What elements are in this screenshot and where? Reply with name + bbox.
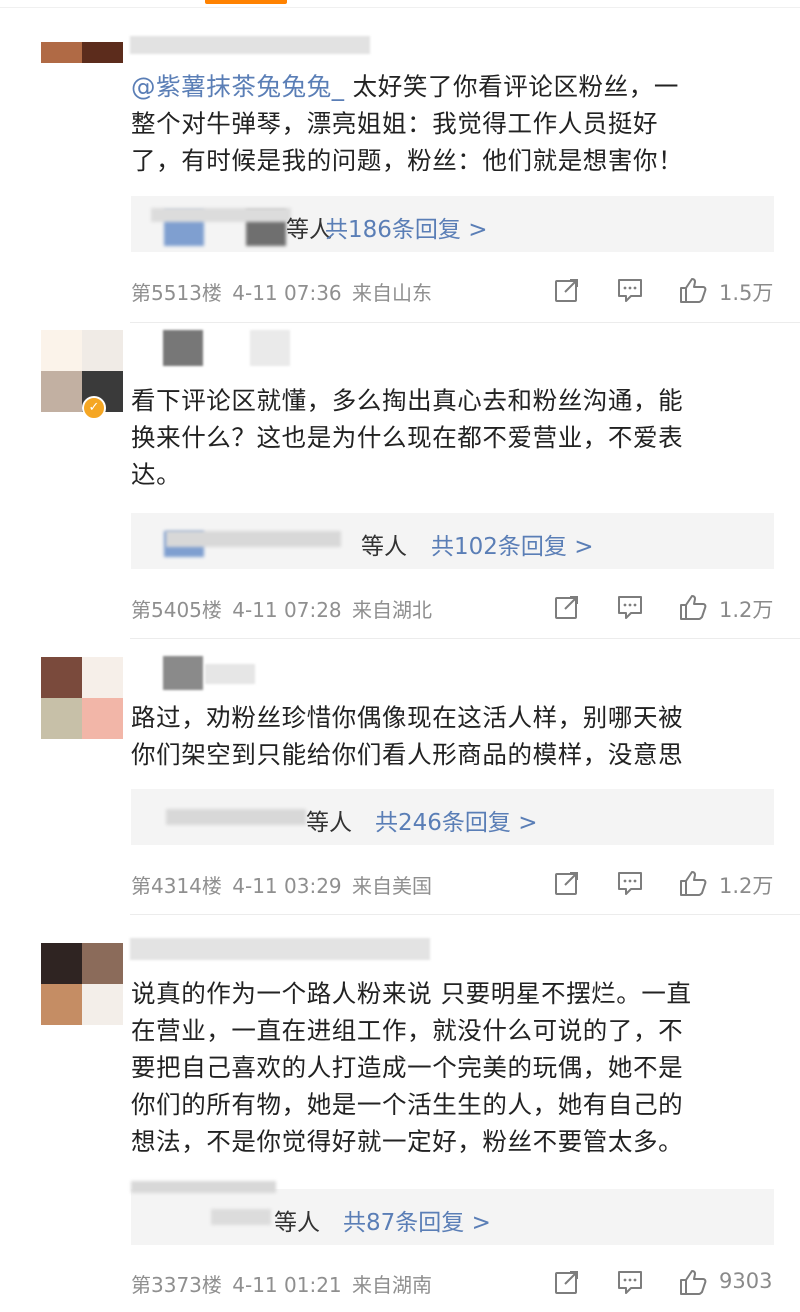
avatar[interactable] — [41, 330, 123, 412]
comment-text[interactable]: 路过，劝粉丝珍惜你偶像现在这活人样，别哪天被 你们架空到只能给你们看人形商品的模… — [131, 699, 756, 773]
reply-preview-box[interactable]: 等人 共87条回复 > — [131, 1181, 774, 1245]
comment-footer: 第4314楼 4-11 03:29 来自美国 1.2万 — [131, 870, 781, 898]
reply-preview-box[interactable]: 等人 共102条回复 > — [131, 513, 774, 569]
comment-meta: 第4314楼 4-11 03:29 来自美国 — [131, 870, 432, 899]
comment-meta: 第5513楼 4-11 07:36 来自山东 — [131, 277, 432, 306]
comment-divider — [130, 638, 800, 639]
post-location: 来自山东 — [352, 281, 433, 305]
comment-footer: 第5513楼 4-11 07:36 来自山东 1.5万 — [131, 277, 781, 305]
nickname-blur-block — [205, 664, 255, 684]
verified-badge-icon: ✓ — [82, 396, 106, 420]
post-time: 4-11 07:28 — [232, 598, 342, 622]
comment-divider — [130, 914, 800, 915]
comment-line: 看下评论区就懂，多么掏出真心去和粉丝沟通，能 — [131, 386, 684, 415]
post-time: 4-11 01:21 — [232, 1273, 342, 1297]
share-icon[interactable] — [553, 1268, 581, 1296]
floor-number: 第3373楼 — [131, 1273, 222, 1297]
comment-line: 你们的所有物，她是一个活生生的人，她有自己的 — [131, 1090, 684, 1119]
comment-icon[interactable] — [616, 593, 644, 621]
tab-divider — [0, 7, 800, 8]
comment-icon[interactable] — [616, 276, 644, 304]
comment-line: 要把自己喜欢的人打造成一个完美的玩偶，她不是 — [131, 1053, 684, 1082]
comment-meta: 第3373楼 4-11 01:21 来自湖南 — [131, 1269, 432, 1298]
comment-line: 达。 — [131, 460, 182, 489]
reply-count-link[interactable]: 共246条回复 > — [375, 803, 537, 837]
comment-line: 说真的作为一个路人粉来说 只要明星不摆烂。一直 — [131, 979, 692, 1008]
comment-line: 在营业，一直在进组工作，就没什么可说的了，不 — [131, 1016, 684, 1045]
post-location: 来自湖南 — [352, 1273, 433, 1297]
thumbs-up-icon[interactable] — [679, 869, 707, 897]
avatar[interactable] — [41, 943, 123, 1025]
reply-count-link[interactable]: 共87条回复 > — [343, 1203, 491, 1237]
comment-text[interactable]: @紫薯抹茶兔兔兔_ 太好笑了你看评论区粉丝，一 整个对牛弹琴，漂亮姐姐：我觉得工作… — [131, 68, 756, 179]
share-icon[interactable] — [553, 276, 581, 304]
post-location: 来自湖北 — [352, 598, 433, 622]
share-icon[interactable] — [553, 869, 581, 897]
avatar[interactable] — [41, 657, 123, 739]
comment-line: 换来什么？这也是为什么现在都不爱营业，不爱表 — [131, 423, 684, 452]
like-count: 1.2万 — [719, 598, 774, 622]
like-count: 9303 — [719, 1269, 773, 1293]
post-location: 来自美国 — [352, 874, 433, 898]
comment-text[interactable]: 看下评论区就懂，多么掏出真心去和粉丝沟通，能 换来什么？这也是为什么现在都不爱营… — [131, 382, 756, 493]
nickname-blur-block — [163, 656, 203, 690]
reply-names-suffix: 等人 — [274, 1210, 320, 1236]
comment-line: 太好笑了你看评论区粉丝，一 — [352, 72, 679, 101]
like-count: 1.5万 — [719, 281, 774, 305]
like-count: 1.2万 — [719, 874, 774, 898]
comment-meta: 第5405楼 4-11 07:28 来自湖北 — [131, 594, 432, 623]
reply-preview-box[interactable]: 等人 共246条回复 > — [131, 789, 774, 845]
reply-count-link[interactable]: 共186条回复 > — [325, 210, 487, 244]
comment-line: 整个对牛弹琴，漂亮姐姐：我觉得工作人员挺好 — [131, 109, 659, 138]
comment-icon[interactable] — [616, 869, 644, 897]
nickname-blur-block — [130, 938, 430, 960]
nickname-blur-block — [250, 330, 290, 366]
comment-text[interactable]: 说真的作为一个路人粉来说 只要明星不摆烂。一直 在营业，一直在进组工作，就没什么… — [131, 975, 756, 1160]
post-time: 4-11 03:29 — [232, 874, 342, 898]
comment-line: 你们架空到只能给你们看人形商品的模样，没意思 — [131, 740, 684, 769]
reply-name-blurred — [131, 1181, 276, 1193]
reply-names-suffix: 等人 — [361, 534, 407, 560]
reply-count-link[interactable]: 共102条回复 > — [431, 527, 593, 561]
comment-line: 了，有时候是我的问题，粉丝：他们就是想害你！ — [131, 146, 684, 175]
floor-number: 第5513楼 — [131, 281, 222, 305]
comment-line: 路过，劝粉丝珍惜你偶像现在这活人样，别哪天被 — [131, 703, 684, 732]
avatar[interactable] — [41, 42, 123, 84]
comment-line: 想法，不是你觉得好就一定好，粉丝不要管太多。 — [131, 1127, 684, 1156]
mention-link[interactable]: @紫薯抹茶兔兔兔_ — [131, 72, 345, 101]
top-tab-strip — [0, 0, 800, 8]
reply-names-suffix: 等人 — [306, 810, 352, 836]
comment-footer: 第3373楼 4-11 01:21 来自湖南 9303 — [131, 1269, 781, 1297]
thumbs-up-icon[interactable] — [679, 1268, 707, 1296]
thumbs-up-icon[interactable] — [679, 593, 707, 621]
floor-number: 第5405楼 — [131, 598, 222, 622]
post-time: 4-11 07:36 — [232, 281, 342, 305]
nickname-blur-block — [130, 36, 370, 54]
comment-icon[interactable] — [616, 1268, 644, 1296]
active-tab-indicator — [205, 0, 287, 4]
floor-number: 第4314楼 — [131, 874, 222, 898]
comment-footer: 第5405楼 4-11 07:28 来自湖北 1.2万 — [131, 594, 781, 622]
comment-divider — [130, 322, 800, 323]
nickname-blur-block — [163, 330, 203, 366]
share-icon[interactable] — [553, 593, 581, 621]
reply-preview-box[interactable]: 等人 共186条回复 > — [131, 196, 774, 252]
thumbs-up-icon[interactable] — [679, 276, 707, 304]
